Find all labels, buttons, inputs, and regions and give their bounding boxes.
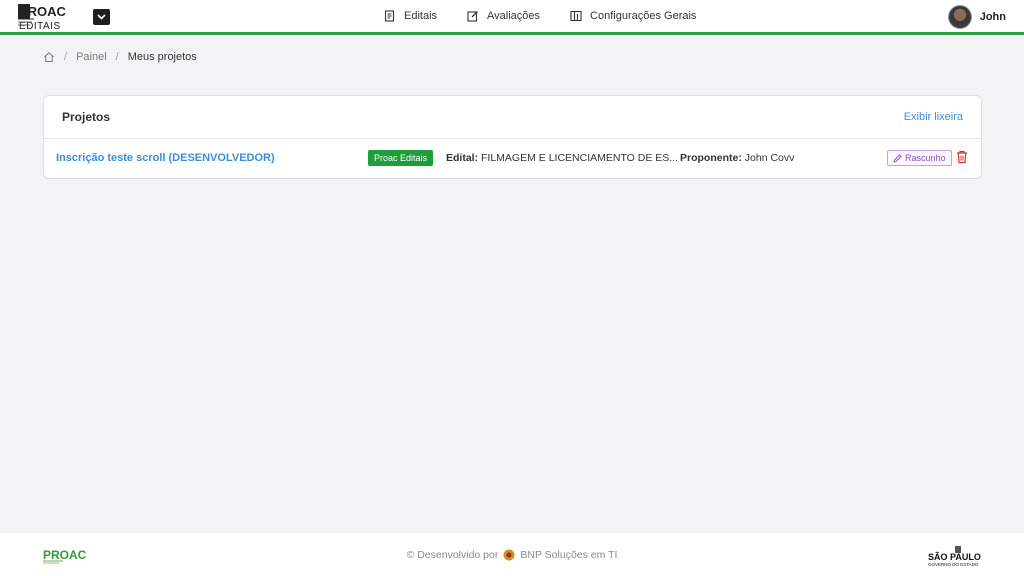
nav-label-avaliacoes: Avaliações	[487, 10, 541, 22]
avatar	[947, 5, 972, 29]
edital-label: Edital:	[446, 152, 479, 164]
home-icon[interactable]	[43, 51, 55, 63]
breadcrumb-item-current: Meus projetos	[127, 51, 197, 63]
proac-editais-logo[interactable]: PROAC EDITAIS	[18, 4, 90, 30]
footer-credit: © Desenvolvido por BNP Soluções em TI	[0, 549, 1024, 561]
show-trash-link[interactable]: Exibir lixeira	[904, 111, 963, 123]
chevron-down-icon	[97, 14, 106, 20]
gov-logo-line2: GOVERNO DO ESTADO	[928, 562, 979, 567]
sao-paulo-government-logo: SÃO PAULO GOVERNO DO ESTADO	[928, 546, 981, 567]
bnp-logo-icon	[503, 549, 515, 561]
proponente-value: John Covv	[744, 152, 795, 164]
user-menu[interactable]: John	[947, 4, 1006, 30]
status-label: Rascunho	[905, 153, 946, 163]
nav-item-configuracoes[interactable]: Configurações Gerais	[570, 10, 696, 22]
edit-icon	[467, 11, 478, 22]
app-switcher-button[interactable]	[93, 9, 110, 25]
status-badge-draft[interactable]: Rascunho	[887, 150, 952, 166]
top-navbar: PROAC EDITAIS Editais Avaliações Configu…	[0, 0, 1024, 35]
user-name: John	[979, 11, 1006, 23]
main-nav: Editais Avaliações Configurações Gerais	[384, 0, 696, 32]
proponente-label: Proponente:	[680, 152, 742, 164]
breadcrumb-item-painel[interactable]: Painel	[76, 51, 107, 63]
nav-label-editais: Editais	[404, 10, 438, 22]
credit-prefix: © Desenvolvido por	[406, 549, 499, 561]
project-row: Inscrição teste scroll (DESENVOLVEDOR) P…	[44, 139, 981, 179]
project-name-link[interactable]: Inscrição teste scroll (DESENVOLVEDOR)	[56, 152, 275, 164]
nav-item-editais[interactable]: Editais	[384, 10, 437, 22]
edital-value: FILMAGEM E LICENCIAMENTO DE ES...	[481, 152, 679, 164]
project-edital: Edital: FILMAGEM E LICENCIAMENTO DE ES..…	[446, 152, 678, 164]
projects-card: Projetos Exibir lixeira Inscrição teste …	[43, 95, 982, 179]
nav-item-avaliacoes[interactable]: Avaliações	[467, 10, 540, 22]
program-badge: Proac Editais	[368, 150, 434, 166]
project-proponente: Proponente: John Covv	[680, 152, 794, 164]
card-title: Projetos	[62, 110, 111, 124]
settings-table-icon	[570, 10, 582, 22]
trash-icon[interactable]	[956, 150, 968, 164]
footer: PROAC © Desenvolvido por BNP Soluções em…	[0, 533, 1024, 576]
breadcrumb-separator: /	[64, 51, 68, 63]
pencil-icon	[893, 153, 902, 163]
document-icon	[384, 10, 395, 22]
nav-label-configuracoes: Configurações Gerais	[590, 10, 697, 22]
breadcrumb: / Painel / Meus projetos	[43, 50, 197, 64]
breadcrumb-separator: /	[115, 51, 119, 63]
logo-line1: PROAC	[19, 4, 67, 19]
gov-logo-line1: SÃO PAULO	[928, 552, 981, 562]
card-header: Projetos Exibir lixeira	[44, 96, 981, 139]
credit-company[interactable]: BNP Soluções em TI	[520, 549, 617, 561]
